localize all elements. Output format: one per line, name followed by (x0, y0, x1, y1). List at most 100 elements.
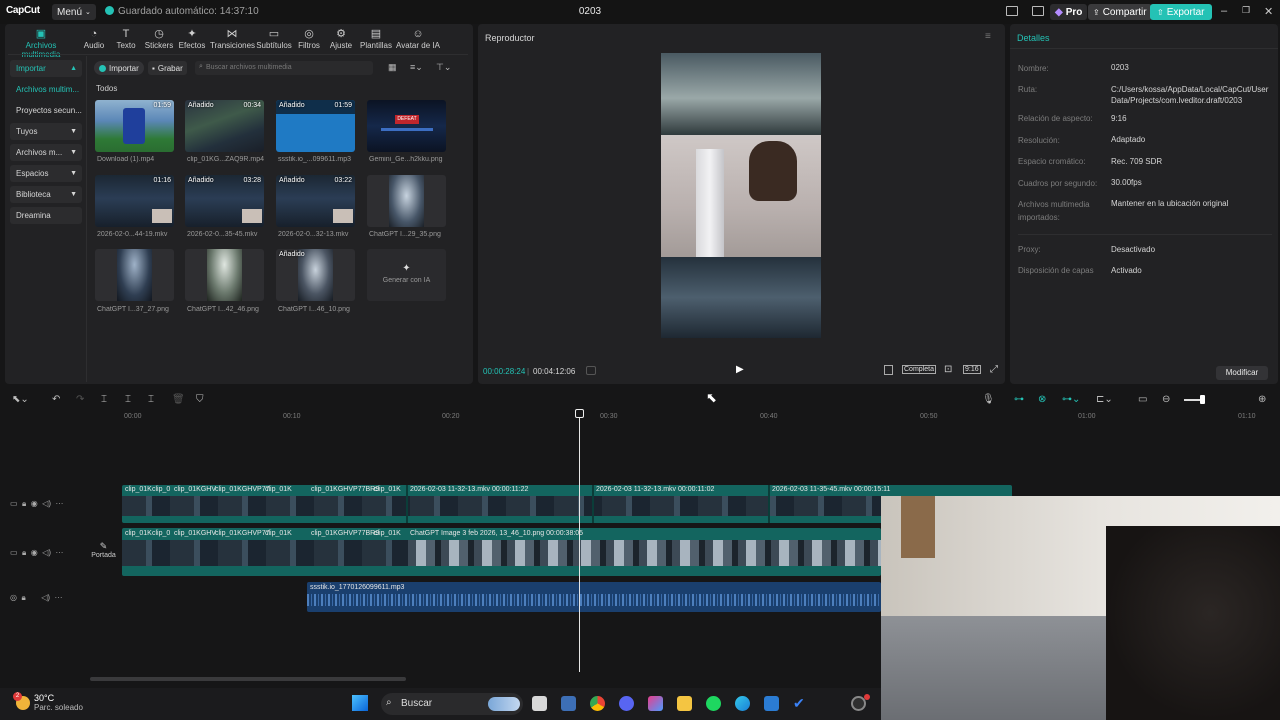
windows-start-icon[interactable] (352, 695, 368, 711)
sort-icon[interactable]: ≡⌄ (410, 62, 423, 73)
video-preview[interactable] (661, 53, 821, 338)
sidebar-item-subprojects[interactable]: Proyectos secun... (10, 102, 82, 119)
record-button[interactable]: ▪ Grabar (148, 61, 187, 75)
file-explorer-icon[interactable] (677, 696, 692, 711)
sidebar-item-dreamina[interactable]: Dreamina (10, 207, 82, 224)
tab-subtitles[interactable]: ▭ Subtítulos (256, 28, 292, 54)
more-icon[interactable]: ··· (55, 593, 63, 602)
media-thumb[interactable]: DEFEAT (367, 100, 446, 152)
generate-ai-button[interactable]: ✦ Generar con IA (367, 249, 446, 301)
share-button[interactable]: ⇪ Compartir (1088, 4, 1152, 20)
sidebar-item-media[interactable]: Archivos multim... (10, 81, 82, 98)
chrome-icon[interactable] (590, 696, 605, 711)
media-search-input[interactable]: Buscar archivos multimedia (195, 61, 373, 75)
trim-right-icon[interactable]: ⌶ (148, 394, 154, 405)
maximize-icon[interactable]: ❐ (1242, 5, 1250, 16)
media-thumb[interactable]: 01:16 (95, 175, 174, 227)
delete-icon[interactable]: 🗑 (172, 394, 185, 405)
media-thumb[interactable] (367, 175, 446, 227)
close-icon[interactable]: ✕ (1264, 5, 1273, 18)
media-thumb[interactable]: Añadido 03:28 (185, 175, 264, 227)
filter-icon[interactable]: ⊤⌄ (436, 62, 451, 73)
zoom-slider-handle[interactable] (1200, 395, 1205, 404)
tab-adjust[interactable]: ⚙ Ajuste (328, 28, 354, 54)
sidebar-item-yours[interactable]: Tuyos ▼ (10, 123, 82, 140)
media-thumb[interactable] (185, 249, 264, 301)
sidebar-item-spaces[interactable]: Espacios ▼ (10, 165, 82, 182)
media-thumb[interactable]: Añadido 01:59 (276, 100, 355, 152)
playhead[interactable] (579, 410, 580, 672)
crop-icon[interactable] (884, 365, 893, 375)
more-icon[interactable]: ··· (55, 499, 63, 508)
redo-icon[interactable]: ↷ (76, 394, 84, 405)
sidebar-item-import[interactable]: Importar ▲ (10, 60, 82, 77)
caption-icon[interactable]: ▭ (1138, 394, 1147, 405)
magnet-icon[interactable]: ⊗ (1038, 394, 1046, 405)
media-thumb[interactable]: Añadido (276, 249, 355, 301)
tab-ai-avatar[interactable]: ☺ Avatar de IA (396, 28, 440, 54)
speaker-icon[interactable]: ◁) (42, 548, 51, 557)
modify-button[interactable]: Modificar (1216, 366, 1268, 380)
tab-templates[interactable]: ▤ Plantillas (358, 28, 394, 54)
copilot-icon[interactable] (648, 696, 663, 711)
tab-audio[interactable]: ◔ Audio (82, 28, 106, 54)
speaker-icon[interactable]: ◁) (41, 593, 50, 602)
tab-text[interactable]: T Texto (114, 28, 138, 54)
sidebar-item-library[interactable]: Biblioteca ▼ (10, 186, 82, 203)
media-thumb[interactable] (95, 249, 174, 301)
eye-icon[interactable]: ◉ (31, 499, 38, 508)
lock-icon[interactable]: 🔒︎ (22, 499, 26, 508)
split-icon[interactable]: ⌶ (101, 394, 107, 405)
outlook-icon[interactable] (764, 696, 779, 711)
preview-axis-icon[interactable]: ⊏⌄ (1096, 394, 1113, 405)
eye-icon[interactable]: ◉ (31, 548, 38, 557)
trim-left-icon[interactable]: ⌶ (125, 394, 131, 405)
menu-icon[interactable]: ≡ (985, 31, 991, 42)
zoom-fit-icon[interactable]: ⊕ (1258, 394, 1266, 405)
play-button[interactable]: ▶ (736, 364, 744, 375)
link-icon[interactable]: ⊶ (1014, 394, 1024, 405)
select-tool-icon[interactable]: ⬉⌄ (12, 394, 29, 405)
zoom-out-icon[interactable]: ⊖ (1162, 394, 1170, 405)
snap-icon[interactable]: ⊶⌄ (1062, 394, 1080, 405)
tab-effects[interactable]: ✦ Efectos (178, 28, 206, 54)
tab-transitions[interactable]: ⋈ Transiciones (210, 28, 255, 54)
snapshot-icon[interactable]: ⊡ (944, 364, 952, 375)
sidebar-item-media-files[interactable]: Archivos m... ▼ (10, 144, 82, 161)
media-thumb[interactable]: Añadido 03:22 (276, 175, 355, 227)
widgets-icon[interactable] (561, 696, 576, 711)
media-thumb[interactable]: Añadido 00:34 (185, 100, 264, 152)
export-button[interactable]: ⇧ Exportar (1150, 4, 1212, 20)
quality-button[interactable]: Completa (902, 365, 936, 374)
timecode-icon[interactable] (586, 366, 596, 375)
marker-icon[interactable]: ⛉ (196, 394, 204, 405)
shortcuts-icon[interactable] (1032, 6, 1044, 16)
playhead-handle[interactable] (575, 409, 584, 418)
layout-icon[interactable] (1006, 6, 1018, 16)
speaker-icon[interactable]: ◁) (42, 499, 51, 508)
microphone-icon[interactable]: 🎙 (982, 394, 995, 405)
undo-icon[interactable]: ↶ (52, 394, 60, 405)
search-highlight-icon[interactable] (488, 697, 520, 711)
menu-button[interactable]: Menú ⌄ (52, 4, 96, 20)
import-button[interactable]: Importar (94, 61, 144, 75)
minimize-icon[interactable]: – (1221, 5, 1227, 17)
tab-stickers[interactable]: ◷ Stickers (144, 28, 174, 54)
spotify-icon[interactable] (706, 696, 721, 711)
more-icon[interactable]: ··· (55, 548, 63, 557)
grid-view-icon[interactable]: ▦ (388, 62, 397, 73)
pro-button[interactable]: ◆ Pro (1050, 4, 1088, 20)
horizontal-scrollbar[interactable] (90, 677, 406, 681)
todo-icon[interactable]: ✔ (793, 696, 808, 711)
lock-icon[interactable]: 🔒︎ (21, 593, 25, 602)
media-thumb[interactable]: 01:59 (95, 100, 174, 152)
aspect-ratio-button[interactable]: 9:16 (963, 365, 981, 374)
lock-icon[interactable]: 🔒︎ (22, 548, 26, 557)
tab-media[interactable]: ▣Archivos multimedia (8, 28, 74, 59)
edge-icon[interactable] (735, 696, 750, 711)
discord-icon[interactable] (619, 696, 634, 711)
task-view-icon[interactable] (532, 696, 547, 711)
fullscreen-icon[interactable]: ⤢ (990, 364, 998, 375)
tab-filters[interactable]: ◎ Filtros (296, 28, 322, 54)
weather-widget[interactable]: 2 30°C Parc. soleado (13, 691, 83, 712)
